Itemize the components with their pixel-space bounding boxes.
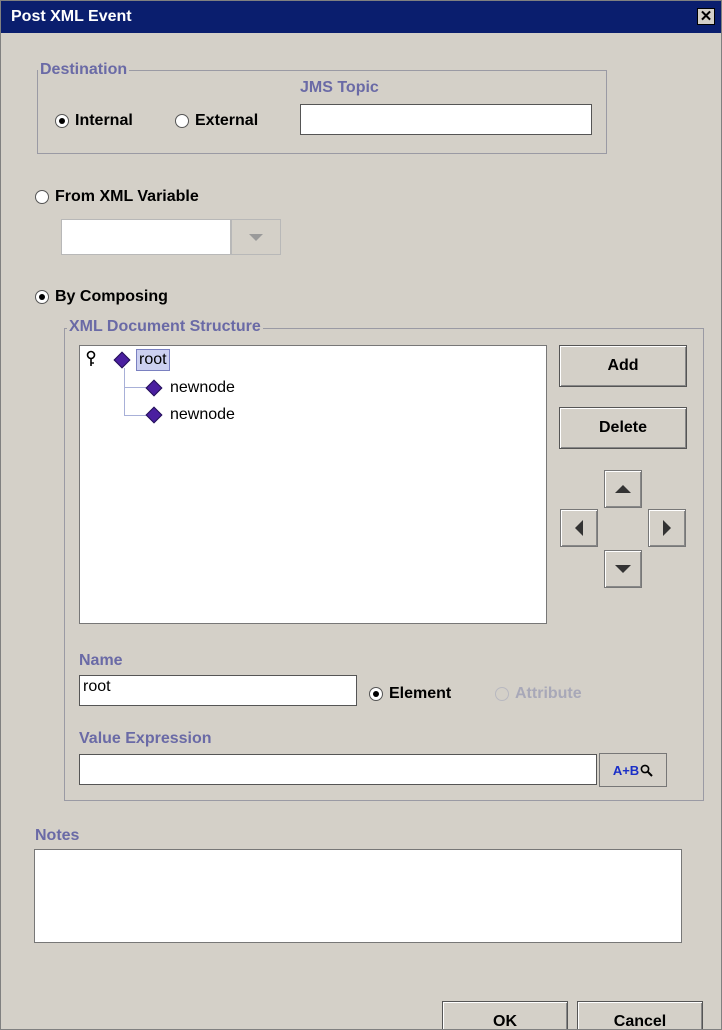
jms-topic-input[interactable]: [300, 104, 592, 135]
notes-textarea[interactable]: [34, 849, 682, 943]
by-composing-label: By Composing: [55, 288, 168, 305]
expression-builder-label: A+B: [612, 762, 640, 778]
name-input[interactable]: root: [79, 675, 357, 706]
xml-structure-group-label: XML Document Structure: [67, 318, 263, 336]
close-button[interactable]: ✕: [697, 8, 715, 25]
external-radio[interactable]: External: [175, 112, 258, 130]
add-button[interactable]: Add: [559, 345, 687, 387]
delete-button[interactable]: Delete: [559, 407, 687, 449]
tree-node-child[interactable]: newnode: [145, 378, 237, 398]
tree-node-label[interactable]: root: [136, 349, 170, 371]
arrow-up-icon: [615, 485, 631, 493]
post-xml-event-dialog: Post XML Event ✕ Destination Internal Ex…: [0, 0, 722, 1030]
external-radio-indicator[interactable]: [175, 114, 189, 128]
jms-topic-label: JMS Topic: [300, 79, 379, 96]
tree-node-child[interactable]: newnode: [145, 405, 237, 425]
element-radio-indicator[interactable]: [369, 687, 383, 701]
arrow-left-icon: [575, 520, 583, 536]
destination-group-label: Destination: [38, 61, 130, 79]
xml-tree-view[interactable]: root newnode newnode: [79, 345, 547, 624]
cancel-button[interactable]: Cancel: [577, 1001, 703, 1029]
diamond-node-icon: [145, 406, 163, 424]
notes-label: Notes: [35, 827, 80, 844]
by-composing-radio[interactable]: By Composing: [35, 288, 168, 306]
from-xml-variable-radio-indicator[interactable]: [35, 190, 49, 204]
xml-variable-combo[interactable]: [61, 219, 281, 255]
internal-radio-label: Internal: [75, 112, 133, 129]
by-composing-radio-indicator[interactable]: [35, 290, 49, 304]
title-bar[interactable]: Post XML Event ✕: [1, 1, 721, 33]
arrow-right-icon: [663, 520, 671, 536]
move-left-button[interactable]: [560, 509, 598, 547]
magnifier-icon: [640, 764, 653, 777]
ok-button[interactable]: OK: [442, 1001, 568, 1029]
element-radio-label: Element: [389, 685, 452, 702]
attribute-radio-label: Attribute: [515, 685, 582, 702]
tree-node-label[interactable]: newnode: [168, 405, 237, 425]
key-icon[interactable]: [84, 350, 98, 368]
element-radio[interactable]: Element: [369, 685, 451, 703]
xml-variable-combo-arrow[interactable]: [231, 219, 281, 255]
from-xml-variable-label: From XML Variable: [55, 188, 199, 205]
move-right-button[interactable]: [648, 509, 686, 547]
from-xml-variable-radio[interactable]: From XML Variable: [35, 188, 199, 206]
name-label: Name: [79, 652, 123, 669]
tree-node-root[interactable]: root: [113, 349, 170, 371]
move-up-button[interactable]: [604, 470, 642, 508]
expression-builder-button[interactable]: A+B: [599, 753, 667, 787]
attribute-radio[interactable]: Attribute: [495, 685, 582, 703]
move-down-button[interactable]: [604, 550, 642, 588]
diamond-node-icon: [145, 379, 163, 397]
external-radio-label: External: [195, 112, 259, 129]
chevron-down-icon: [249, 233, 263, 241]
internal-radio-indicator[interactable]: [55, 114, 69, 128]
window-title: Post XML Event: [11, 8, 132, 25]
internal-radio[interactable]: Internal: [55, 112, 133, 130]
arrow-down-icon: [615, 565, 631, 573]
diamond-node-icon: [113, 351, 131, 369]
attribute-radio-indicator[interactable]: [495, 687, 509, 701]
xml-variable-combo-field[interactable]: [61, 219, 231, 255]
value-expression-input[interactable]: [79, 754, 597, 785]
value-expression-label: Value Expression: [79, 730, 212, 747]
tree-node-label[interactable]: newnode: [168, 378, 237, 398]
